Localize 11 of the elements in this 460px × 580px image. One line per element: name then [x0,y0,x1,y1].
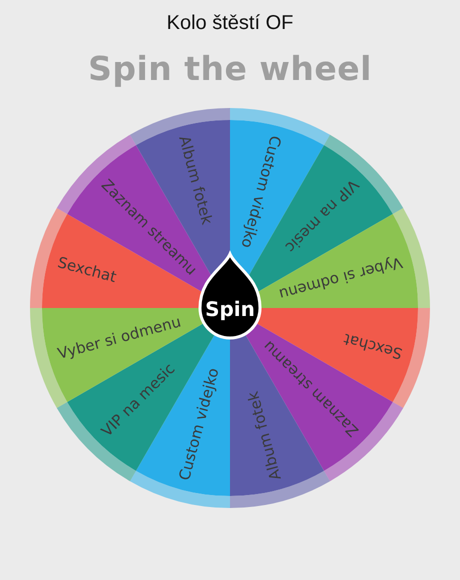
segment-label: Album fotek [244,390,285,482]
heading: Spin the wheel [88,49,372,88]
segment-label: Album fotek [175,134,216,226]
segment-label: Custom videjko [175,366,223,482]
spin-button[interactable]: Spin [198,252,262,340]
app-title: Kolo štěstí OF [166,12,294,35]
segment-label: Sexchat [342,330,404,363]
segment-label: Vyber si odmenu [56,312,183,363]
segment-label: Sexchat [56,253,118,286]
segment-label: Custom videjko [237,134,285,250]
segment-label: Vyber si odmenu [277,253,404,304]
